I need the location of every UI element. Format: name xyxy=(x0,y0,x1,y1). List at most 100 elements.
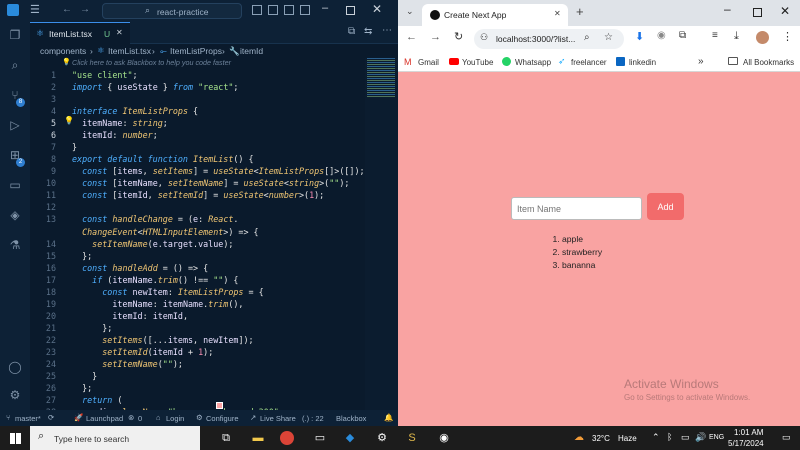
weather-desc[interactable]: Haze xyxy=(618,434,637,443)
bluetooth-icon[interactable]: ᛒ xyxy=(667,432,672,442)
app-s-icon[interactable]: S xyxy=(404,430,420,446)
code-text: setItemId(itemId + 1); xyxy=(72,347,213,357)
back-arrow-icon[interactable]: ← xyxy=(62,4,72,15)
network-icon[interactable]: ▭ xyxy=(681,432,690,443)
new-tab-icon[interactable]: + xyxy=(576,4,584,19)
chrome-taskbar-icon[interactable] xyxy=(280,431,294,445)
split-editor-icon[interactable]: ⧉ xyxy=(348,26,355,37)
media-control-icon[interactable]: ≡ xyxy=(712,30,718,41)
code-token: ] = xyxy=(193,166,214,177)
bookmark-freelancer[interactable]: freelancer xyxy=(571,58,607,67)
explorer-icon[interactable]: ❐ xyxy=(8,28,22,42)
overflow-chevron-icon[interactable]: » xyxy=(698,56,704,67)
open-changes-icon[interactable]: ⇆ xyxy=(364,26,372,37)
status-configure[interactable]: Configure xyxy=(206,414,239,423)
tab-itemlist[interactable]: ⚛ ItemList.tsx U ✕ xyxy=(30,22,130,44)
status-position[interactable]: (.) : 22 xyxy=(302,414,324,423)
status-login[interactable]: Login xyxy=(166,414,184,423)
weather-temp[interactable]: 32°C xyxy=(592,434,610,443)
bookmark-linkedin[interactable]: linkedin xyxy=(629,58,656,67)
bookmark-gmail[interactable]: Gmail xyxy=(418,58,439,67)
downloads-icon[interactable]: ⤓ xyxy=(734,30,739,43)
toggle-sidebar-icon[interactable] xyxy=(252,5,262,15)
close-icon[interactable]: ✕ xyxy=(372,2,382,16)
clock-date[interactable]: 5/17/2024 xyxy=(728,439,764,448)
blackbox-hint[interactable]: Click here to ask Blackbox to help you c… xyxy=(72,58,231,67)
customize-layout-icon[interactable] xyxy=(300,5,310,15)
activate-windows-subtitle: Go to Settings to activate Windows. xyxy=(624,393,751,402)
code-editor[interactable]: 💡 Click here to ask Blackbox to help you… xyxy=(30,58,365,417)
zoom-search-icon[interactable]: ⌕ xyxy=(584,32,590,43)
notification-icon[interactable]: ▭ xyxy=(782,432,791,443)
breadcrumb-property[interactable]: itemId xyxy=(240,46,263,56)
chevron-up-icon[interactable]: ⌃ xyxy=(652,432,660,443)
remote-explorer-icon[interactable]: ▭ xyxy=(8,178,22,192)
tab-close-icon[interactable]: ✕ xyxy=(116,28,123,37)
task-view-icon[interactable]: ⧉ xyxy=(218,430,234,446)
settings-gear-icon[interactable]: ⚙ xyxy=(8,388,22,402)
breadcrumb-symbol[interactable]: ItemListProps xyxy=(170,46,222,56)
status-branch[interactable]: master* xyxy=(15,414,41,423)
sync-icon[interactable]: ⟳ xyxy=(48,413,54,422)
lightbulb-icon[interactable]: 💡 xyxy=(62,58,71,66)
minimize-icon[interactable]: – xyxy=(724,2,731,16)
back-arrow-icon[interactable]: ← xyxy=(406,31,417,43)
windows-start-icon[interactable] xyxy=(10,433,21,444)
bookmark-whatsapp[interactable]: Whatsapp xyxy=(515,58,551,67)
terminal-icon[interactable]: ▭ xyxy=(312,430,328,446)
taskbar-search[interactable]: ⌕ Type here to search xyxy=(30,426,200,450)
clock-time[interactable]: 1:01 AM xyxy=(734,428,763,437)
activity-bar: ❐ ⌕ ⑂ 8 ▷ ⊞ 2 ▭ ◈ ⚗ ◯ ⚙ xyxy=(0,22,30,410)
browser-tab[interactable]: Create Next App ✕ xyxy=(422,4,568,26)
breadcrumb-folder[interactable]: components xyxy=(40,46,86,56)
nextjs-favicon-icon xyxy=(430,10,440,20)
maximize-icon[interactable] xyxy=(346,6,355,15)
run-debug-icon[interactable]: ▷ xyxy=(8,118,22,132)
settings-gear-icon[interactable]: ⚙ xyxy=(374,430,390,446)
camera-icon[interactable]: ◉ xyxy=(657,30,666,41)
status-blackbox[interactable]: Blackbox xyxy=(336,414,366,423)
status-errors[interactable]: 0 xyxy=(138,414,142,423)
lightbulb-icon[interactable]: 💡 xyxy=(64,116,74,125)
status-launchpad[interactable]: Launchpad xyxy=(86,414,123,423)
bell-icon[interactable]: 🔔 xyxy=(384,413,393,422)
extension-icon[interactable]: ⧉ xyxy=(679,30,686,41)
breadcrumb-file[interactable]: ItemList.tsx xyxy=(108,46,151,56)
url-text[interactable]: localhost:3000/?list... xyxy=(496,34,575,44)
forward-arrow-icon[interactable]: → xyxy=(80,4,90,15)
media-player-icon[interactable]: ◉ xyxy=(436,430,452,446)
volume-icon[interactable]: 🔊 xyxy=(695,432,706,443)
more-actions-icon[interactable]: ⋯ xyxy=(382,25,392,36)
close-icon[interactable]: ✕ xyxy=(780,4,790,18)
maximize-icon[interactable] xyxy=(753,8,762,17)
status-liveshare[interactable]: Live Share xyxy=(260,414,296,423)
vscode-taskbar-icon[interactable]: ◆ xyxy=(342,430,358,446)
menu-icon[interactable]: ☰ xyxy=(30,3,40,16)
avatar[interactable] xyxy=(756,31,769,44)
tab-search-icon[interactable]: ⌄ xyxy=(406,6,414,17)
all-bookmarks[interactable]: All Bookmarks xyxy=(743,58,794,67)
site-info-icon[interactable]: ⚇ xyxy=(480,32,488,43)
file-explorer-icon[interactable]: ▬ xyxy=(250,430,266,446)
forward-arrow-icon[interactable]: → xyxy=(430,31,441,43)
minimize-icon[interactable]: – xyxy=(322,2,328,14)
item-name-input[interactable] xyxy=(511,197,642,220)
tab-close-icon[interactable]: ✕ xyxy=(554,9,561,18)
kebab-menu-icon[interactable]: ⋮ xyxy=(782,30,793,43)
blackbox-icon[interactable]: ◈ xyxy=(8,208,22,222)
command-center-search[interactable]: ⌕ react-practice xyxy=(102,3,242,19)
minimap[interactable] xyxy=(365,58,398,410)
bookmark-youtube[interactable]: YouTube xyxy=(462,58,493,67)
bookmark-star-icon[interactable]: ☆ xyxy=(604,32,613,43)
reload-icon[interactable]: ↻ xyxy=(454,30,463,43)
search-icon[interactable]: ⌕ xyxy=(8,58,22,72)
download-icon[interactable]: ⬇ xyxy=(635,30,644,43)
toggle-panel-icon[interactable] xyxy=(268,5,278,15)
language-indicator[interactable]: ENG xyxy=(709,434,724,441)
add-button[interactable]: Add xyxy=(647,193,684,220)
accounts-icon[interactable]: ◯ xyxy=(8,360,22,374)
address-bar[interactable]: ⚇ localhost:3000/?list... ⌕ ☆ xyxy=(474,29,624,49)
toggle-secondary-sidebar-icon[interactable] xyxy=(284,5,294,15)
testing-icon[interactable]: ⚗ xyxy=(8,238,22,252)
code-token: itemName xyxy=(117,178,158,189)
